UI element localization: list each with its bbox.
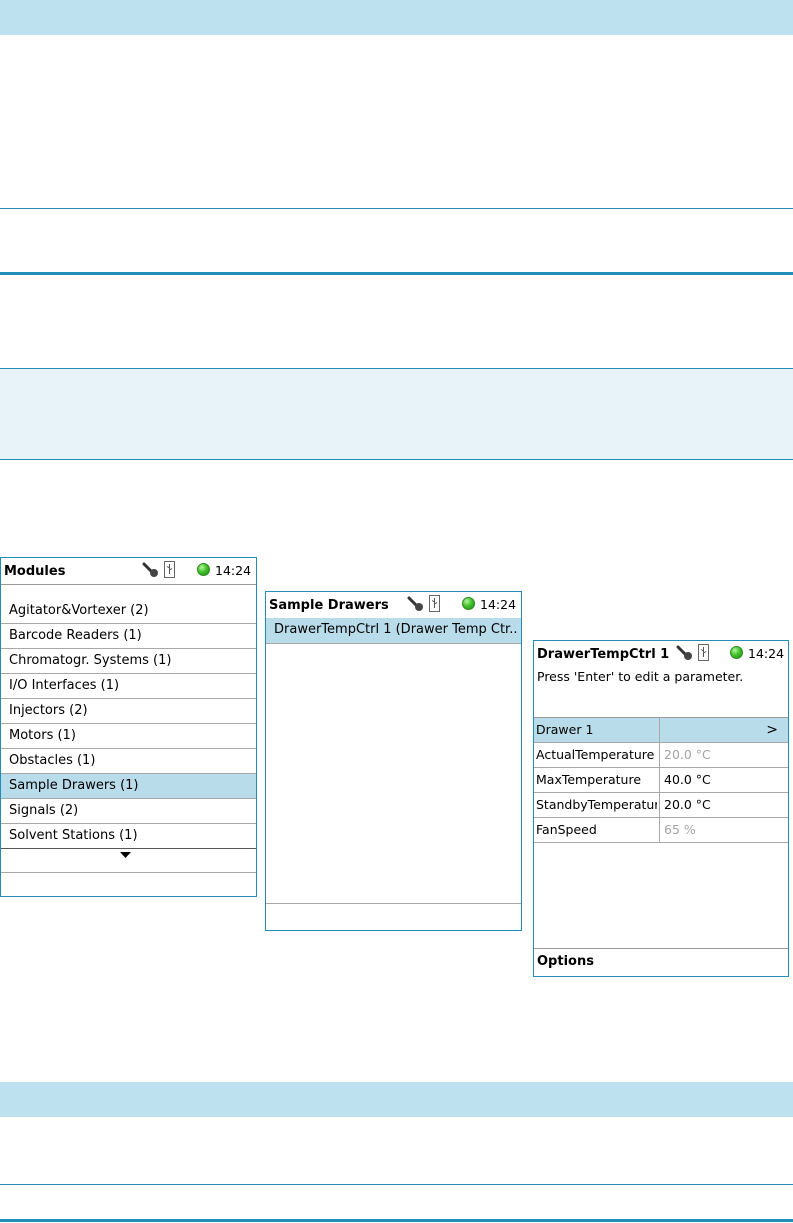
status-led-icon bbox=[462, 597, 475, 610]
param-row-drawer-1[interactable]: Drawer 1 > bbox=[534, 718, 788, 743]
list-item-signals[interactable]: Signals (2) bbox=[1, 799, 256, 824]
screen-title: DrawerTempCtrl 1 bbox=[537, 647, 670, 662]
param-name: StandbyTemperature bbox=[536, 797, 657, 812]
title-bar: DrawerTempCtrl 1 14:24 bbox=[534, 641, 788, 667]
list-item-barcode-readers[interactable]: Barcode Readers (1) bbox=[1, 624, 256, 649]
footer-divider-rule bbox=[0, 1184, 793, 1185]
modules-screen: Modules 14:24 Agitator&Vortexer (2) Barc… bbox=[0, 557, 257, 897]
note-band bbox=[0, 368, 793, 460]
list-item-drawer-temp-ctrl-1[interactable]: DrawerTempCtrl 1 (Drawer Temp Ctr.. bbox=[266, 618, 521, 644]
scroll-down-button[interactable] bbox=[1, 850, 256, 873]
list-item-io-interfaces[interactable]: I/O Interfaces (1) bbox=[1, 674, 256, 699]
footer-band bbox=[0, 1082, 793, 1117]
title-bar: Sample Drawers 14:24 bbox=[266, 592, 521, 619]
param-name: ActualTemperature bbox=[536, 747, 655, 762]
status-led-icon bbox=[197, 563, 210, 576]
options-label: Options bbox=[537, 954, 594, 969]
list-item-motors[interactable]: Motors (1) bbox=[1, 724, 256, 749]
param-value: 20.0 °C bbox=[664, 797, 711, 812]
param-name: FanSpeed bbox=[536, 822, 597, 837]
header-band bbox=[0, 0, 793, 35]
param-row-actual-temperature[interactable]: ActualTemperature 20.0 °C bbox=[534, 743, 788, 768]
chevron-right-icon: > bbox=[766, 722, 778, 738]
column-divider bbox=[659, 718, 660, 742]
drawer-temp-ctrl-screen: DrawerTempCtrl 1 14:24 Press 'Enter' to … bbox=[533, 640, 789, 977]
param-name: Drawer 1 bbox=[536, 722, 594, 737]
section-rule bbox=[0, 272, 793, 275]
param-name: MaxTemperature bbox=[536, 772, 642, 787]
wrench-key-icon bbox=[407, 596, 423, 611]
param-row-fan-speed[interactable]: FanSpeed 65 % bbox=[534, 818, 788, 843]
footer-rule bbox=[0, 1219, 793, 1222]
options-button[interactable]: Options bbox=[534, 948, 788, 976]
clock-time: 14:24 bbox=[480, 597, 517, 612]
param-row-standby-temperature[interactable]: StandbyTemperature 20.0 °C bbox=[534, 793, 788, 818]
usb-icon bbox=[429, 595, 440, 612]
screen-title: Sample Drawers bbox=[269, 598, 389, 613]
list-item-agitator-vortexer[interactable]: Agitator&Vortexer (2) bbox=[1, 599, 256, 624]
divider-rule bbox=[0, 208, 793, 209]
screen-title: Modules bbox=[4, 564, 66, 579]
status-led-icon bbox=[730, 646, 743, 659]
list-item-injectors[interactable]: Injectors (2) bbox=[1, 699, 256, 724]
param-value: 65 % bbox=[664, 822, 696, 837]
usb-icon bbox=[164, 561, 175, 578]
empty-list-area bbox=[266, 903, 521, 904]
param-row-max-temperature[interactable]: MaxTemperature 40.0 °C bbox=[534, 768, 788, 793]
list-item-solvent-stations[interactable]: Solvent Stations (1) bbox=[1, 824, 256, 849]
param-value: 20.0 °C bbox=[664, 747, 711, 762]
list-item-sample-drawers[interactable]: Sample Drawers (1) bbox=[1, 774, 256, 799]
usb-icon bbox=[698, 644, 709, 661]
list-item-chromatogr-systems[interactable]: Chromatogr. Systems (1) bbox=[1, 649, 256, 674]
wrench-key-icon bbox=[676, 645, 692, 660]
sample-drawers-screen: Sample Drawers 14:24 DrawerTempCtrl 1 (D… bbox=[265, 591, 522, 931]
list-item-obstacles[interactable]: Obstacles (1) bbox=[1, 749, 256, 774]
title-bar: Modules 14:24 bbox=[1, 558, 256, 585]
clock-time: 14:24 bbox=[748, 646, 785, 661]
wrench-key-icon bbox=[142, 562, 158, 577]
triangle-down-icon bbox=[120, 852, 131, 858]
param-value: 40.0 °C bbox=[664, 772, 711, 787]
clock-time: 14:24 bbox=[215, 563, 252, 578]
hint-text: Press 'Enter' to edit a parameter. bbox=[537, 669, 744, 684]
